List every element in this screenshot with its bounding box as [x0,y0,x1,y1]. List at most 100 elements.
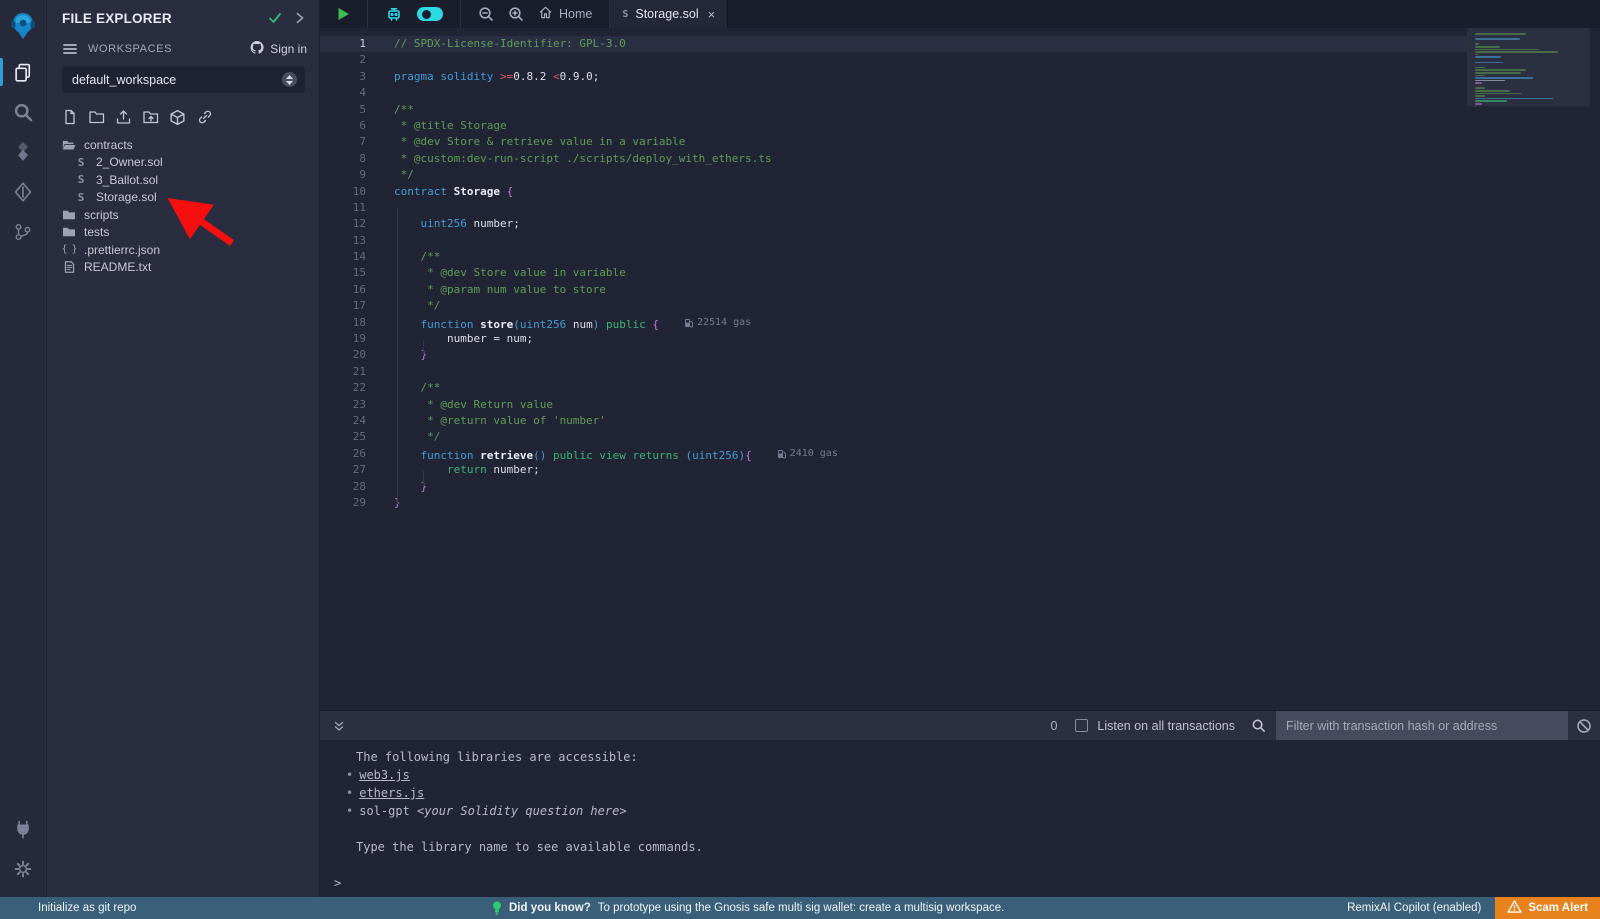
line-number: 28 [320,479,382,495]
tree-item-label: contracts [84,138,133,152]
line-number: 18 [320,315,382,331]
code-line-28: 28 } [320,479,1467,495]
load-from-ipfs-button[interactable] [169,109,186,126]
file-tree: contracts S 2_Owner.sol S3_Ballot.solSStora… [47,134,319,276]
file-explorer-icon[interactable] [0,52,47,92]
tree-item-label: tests [84,225,109,239]
ethers.js-link[interactable]: ethers.js [359,786,424,800]
did-you-know-tip: Did you know? To prototype using the Gno… [492,901,1004,915]
ai-copilot-robot-icon[interactable] [378,0,410,28]
code-line-8: 8 * @custom:dev-run-script ./scripts/dep… [320,151,1467,167]
workspaces-label: WORKSPACES [88,43,249,55]
remix-logo-icon[interactable] [0,0,47,52]
init-git-repo-button[interactable]: Initialize as git repo [38,902,136,914]
code-line-24: 24 * @return value of 'number' [320,413,1467,429]
folder-icon [62,209,76,221]
terminal-prompt: > [334,874,1600,892]
workspace-caret-icon [282,72,297,87]
line-number: 22 [320,380,382,396]
code-line-20: 20 } [320,347,1467,363]
code-line-3: 3pragma solidity >=0.8.2 <0.9.0; [320,69,1467,85]
search-icon[interactable] [0,92,47,132]
tree-item-label: 2_Owner.sol [96,155,163,169]
clear-console-ban-icon[interactable] [1568,718,1600,734]
tree-item-label: README.txt [84,260,151,274]
line-number: 16 [320,282,382,298]
new-file-button[interactable] [62,109,78,126]
tab-storage-sol[interactable]: S Storage.sol × [610,0,728,28]
code-line-14: 14 /** [320,249,1467,265]
tip-title: Did you know? [509,902,591,914]
code-line-4: 4 [320,85,1467,101]
line-number: 1 [320,36,382,52]
tree-item-storage-sol[interactable]: SStorage.sol [47,189,319,207]
tree-item-2-owner-sol[interactable]: S 2_Owner.sol [47,154,319,172]
tree-item-contracts[interactable]: contracts [47,136,319,154]
zoom-out-icon[interactable] [471,0,501,28]
workspace-select[interactable]: default_workspace [62,66,305,93]
zoom-in-icon[interactable] [501,0,531,28]
code-line-15: 15 * @dev Store value in variable [320,265,1467,281]
lightbulb-icon [492,901,502,915]
remix-ide-window: FILE EXPLORER WORKSPACES Sign in default… [0,0,1600,919]
solidity-icon: S [74,173,88,186]
line-number: 23 [320,397,382,413]
line-number: 20 [320,347,382,363]
line-number: 13 [320,233,382,249]
tree-item--prettierrc-json[interactable]: { }.prettierrc.json [47,241,319,259]
line-number: 21 [320,364,382,380]
settings-icon[interactable] [0,849,47,889]
line-number: 15 [320,265,382,281]
tree-item-readme-txt[interactable]: README.txt [47,259,319,277]
terminal-library-line: •sol-gpt <your Solidity question here> [332,802,1600,820]
home-tab-button[interactable]: Home [531,0,599,28]
line-number: 5 [320,102,382,118]
code-line-23: 23 * @dev Return value [320,397,1467,413]
main-area: Home S Storage.sol × 1// SPDX-License-Id… [320,0,1600,897]
code-line-21: 21 [320,364,1467,380]
code-editor[interactable]: 1// SPDX-License-Identifier: GPL-3.023pr… [320,28,1600,710]
transaction-filter-input[interactable] [1276,711,1568,741]
listen-all-transactions-checkbox[interactable] [1075,719,1088,732]
upload-folder-button[interactable] [142,109,159,126]
file-explorer-panel: FILE EXPLORER WORKSPACES Sign in default… [47,0,320,897]
home-icon [538,5,553,23]
line-number: 6 [320,118,382,134]
run-script-play-button[interactable] [330,0,357,28]
tree-item-3-ballot-sol[interactable]: S3_Ballot.sol [47,171,319,189]
solidity-icon: S [74,156,88,169]
github-sign-in-button[interactable]: Sign in [249,40,307,58]
plugin-manager-icon[interactable] [0,809,47,849]
minimap[interactable] [1467,28,1600,710]
terminal-search-icon[interactable] [1251,718,1266,733]
workspaces-menu-icon[interactable] [62,41,78,57]
tree-item-scripts[interactable]: scripts [47,206,319,224]
code-line-22: 22 /** [320,380,1467,396]
new-folder-button[interactable] [88,109,105,126]
terminal-text-line: The following libraries are accessible: [332,748,1600,766]
listen-all-transactions-label: Listen on all transactions [1097,719,1235,733]
transaction-count-badge: 0 [1050,719,1057,733]
upload-file-button[interactable] [115,109,132,126]
minimap-code [1475,33,1558,108]
terminal-collapse-icon[interactable] [320,717,352,735]
line-number: 8 [320,151,382,167]
solidity-compiler-icon[interactable] [0,132,47,172]
line-number: 29 [320,495,382,511]
git-icon[interactable] [0,212,47,252]
import-from-url-button[interactable] [196,109,214,126]
line-number: 19 [320,331,382,347]
workspaces-row: WORKSPACES Sign in [47,36,319,64]
tab-close-icon[interactable]: × [706,7,718,22]
web3.js-link[interactable]: web3.js [359,768,410,782]
terminal-output[interactable]: The following libraries are accessible: •… [320,740,1600,897]
github-icon [249,40,265,58]
scam-alert-button[interactable]: Scam Alert [1495,897,1600,919]
collapse-panel-chevron-icon[interactable] [293,11,307,25]
deploy-and-run-icon[interactable] [0,172,47,212]
line-number: 26 [320,446,382,462]
copilot-toggle[interactable] [410,0,450,28]
line-number: 25 [320,429,382,445]
tree-item-tests[interactable]: tests [47,224,319,242]
terminal-blank-line [332,820,1600,838]
